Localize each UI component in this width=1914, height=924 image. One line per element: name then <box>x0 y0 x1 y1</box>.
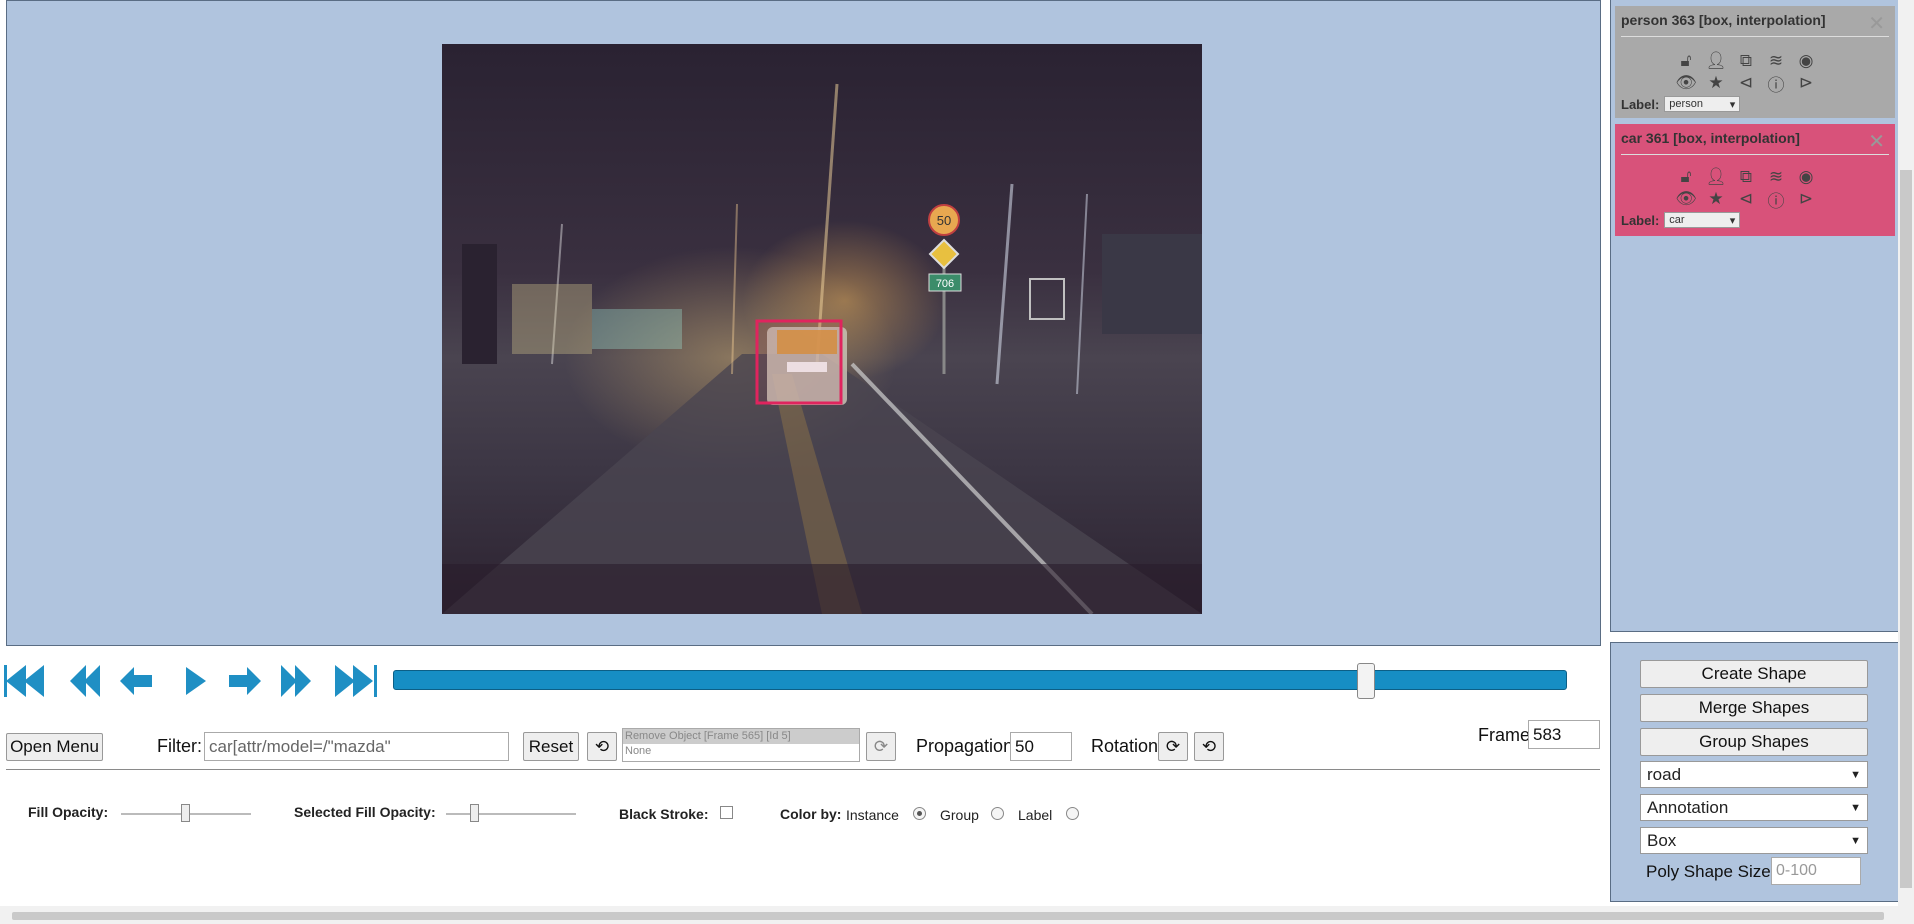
mode-select[interactable]: Annotation ▼ <box>1640 794 1868 821</box>
objects-panel: person 363 [box, interpolation] ✕ 🔓︎ 👤︎ … <box>1610 0 1900 632</box>
filter-input[interactable]: car[attr/model=/"mazda" <box>204 732 509 761</box>
chevron-down-icon: ▼ <box>1850 801 1861 814</box>
merge-shapes-button[interactable]: Merge Shapes <box>1640 694 1868 722</box>
frame-slider-thumb[interactable] <box>1357 663 1375 699</box>
history-box: Remove Object [Frame 565] [Id 5] None <box>622 728 860 762</box>
object-title: person 363 [box, interpolation] <box>1621 12 1826 28</box>
target-icon[interactable]: ◉ <box>1795 50 1817 72</box>
color-by-instance-label: Instance <box>846 807 899 823</box>
layers-icon[interactable]: ≋ <box>1765 50 1787 72</box>
redo-button[interactable]: ⟳ <box>866 732 896 761</box>
speed-sign-text: 50 <box>937 213 951 228</box>
next-icon[interactable]: ⊳ <box>1795 188 1817 210</box>
frame-label: Frame <box>1478 725 1531 745</box>
selected-fill-opacity-thumb[interactable] <box>470 804 479 822</box>
frame-slider[interactable] <box>393 670 1567 690</box>
backward-step-button[interactable] <box>64 659 108 703</box>
poly-shape-size-input[interactable]: 0-100 <box>1771 857 1861 885</box>
horizontal-scrollbar-thumb[interactable] <box>12 912 1884 920</box>
divider <box>1621 36 1889 37</box>
divider <box>6 769 1600 770</box>
target-icon[interactable]: ◉ <box>1795 166 1817 188</box>
rotation-label: Rotation <box>1091 736 1159 756</box>
star-icon[interactable]: ★ <box>1705 72 1727 94</box>
next-icon[interactable]: ⊳ <box>1795 72 1817 94</box>
color-by-label: Color by: <box>780 806 842 822</box>
filter-label: Filter: <box>157 736 202 756</box>
copy-icon[interactable]: ⧉ <box>1735 166 1757 188</box>
history-bottom: None <box>625 745 652 757</box>
label-prefix: Label: <box>1621 96 1660 112</box>
create-shape-button[interactable]: Create Shape <box>1640 660 1868 688</box>
label-type-select[interactable]: road ▼ <box>1640 761 1868 788</box>
copy-icon[interactable]: ⧉ <box>1735 50 1757 72</box>
chevron-down-icon: ▼ <box>1850 834 1861 847</box>
undo-button[interactable]: ⟲ <box>587 732 617 761</box>
forward-step-button[interactable] <box>273 659 317 703</box>
black-stroke-label: Black Stroke: <box>619 806 709 822</box>
propagation-label: Propagation <box>916 736 1014 756</box>
divider <box>1621 154 1889 155</box>
chevron-down-icon: ▼ <box>1850 768 1861 781</box>
color-by-label-label: Label <box>1018 807 1053 823</box>
object-card-person[interactable]: person 363 [box, interpolation] ✕ 🔓︎ 👤︎ … <box>1615 6 1895 118</box>
info-icon[interactable]: ⓘ <box>1765 72 1787 95</box>
rotate-clockwise-icon: ⟳ <box>1165 736 1181 756</box>
rotate-counterclockwise-button[interactable]: ⟲ <box>1194 732 1224 761</box>
object-title: car 361 [box, interpolation] <box>1621 130 1800 146</box>
frame-image[interactable]: 50 706 <box>442 44 1202 614</box>
history-top: Remove Object [Frame 565] [Id 5] <box>623 729 859 744</box>
undo-icon: ⟲ <box>594 736 610 756</box>
selected-fill-opacity-slider[interactable] <box>446 813 576 815</box>
open-menu-button[interactable]: Open Menu <box>6 733 103 761</box>
first-frame-button[interactable] <box>4 659 48 703</box>
fill-opacity-label: Fill Opacity: <box>28 804 109 820</box>
color-by-instance-radio[interactable] <box>913 807 926 820</box>
rotate-clockwise-button[interactable]: ⟳ <box>1158 732 1188 761</box>
label-select[interactable]: car ▾ <box>1664 212 1741 228</box>
eye-icon[interactable]: 👁︎ <box>1675 188 1697 210</box>
object-card-car[interactable]: car 361 [box, interpolation] ✕ 🔓︎ 👤︎ ⧉ ≋… <box>1615 124 1895 236</box>
group-shapes-button[interactable]: Group Shapes <box>1640 728 1868 756</box>
frame-input[interactable]: 583 <box>1528 720 1600 749</box>
unlock-icon[interactable]: 🔓︎ <box>1675 166 1697 188</box>
car-bounding-box[interactable] <box>755 319 843 405</box>
layers-icon[interactable]: ≋ <box>1765 166 1787 188</box>
color-by-group-radio[interactable] <box>991 807 1004 820</box>
previous-icon[interactable]: ⊲ <box>1735 188 1757 210</box>
propagation-input[interactable]: 50 <box>1010 732 1072 761</box>
previous-frame-button[interactable] <box>114 659 158 703</box>
person-icon[interactable]: 👤︎ <box>1705 50 1727 72</box>
shape-type-select[interactable]: Box ▼ <box>1640 827 1868 854</box>
close-icon[interactable]: ✕ <box>1868 132 1885 152</box>
color-by-label-radio[interactable] <box>1066 807 1079 820</box>
star-icon[interactable]: ★ <box>1705 188 1727 210</box>
vertical-scrollbar-thumb[interactable] <box>1900 170 1912 888</box>
label-select[interactable]: person ▾ <box>1664 96 1741 112</box>
route-sign-text: 706 <box>936 278 954 290</box>
next-frame-button[interactable] <box>223 659 267 703</box>
eye-icon[interactable]: 👁︎ <box>1675 72 1697 94</box>
person-icon[interactable]: 👤︎ <box>1705 166 1727 188</box>
black-stroke-checkbox[interactable] <box>720 806 733 819</box>
info-icon[interactable]: ⓘ <box>1765 188 1787 211</box>
reset-filter-button[interactable]: Reset <box>523 732 579 761</box>
unlock-icon[interactable]: 🔓︎ <box>1675 50 1697 72</box>
previous-icon[interactable]: ⊲ <box>1735 72 1757 94</box>
play-button[interactable] <box>172 659 216 703</box>
selected-fill-opacity-label: Selected Fill Opacity: <box>294 804 436 820</box>
person-bounding-box[interactable] <box>1029 278 1065 320</box>
fill-opacity-thumb[interactable] <box>181 804 190 822</box>
rotate-counterclockwise-icon: ⟲ <box>1201 736 1217 756</box>
last-frame-button[interactable] <box>333 659 377 703</box>
redo-icon: ⟳ <box>873 736 889 756</box>
poly-shape-size-label: Poly Shape Size: <box>1646 862 1776 881</box>
close-icon[interactable]: ✕ <box>1868 14 1885 34</box>
label-prefix: Label: <box>1621 212 1660 228</box>
color-by-group-label: Group <box>940 807 979 823</box>
